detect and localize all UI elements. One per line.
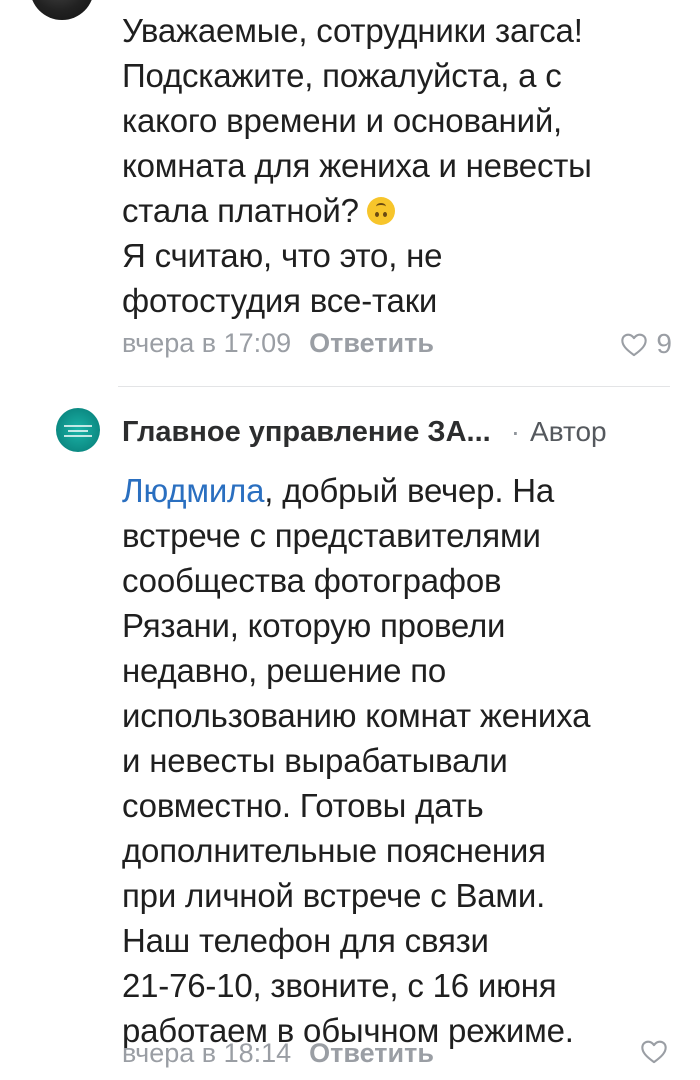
comment-author-line: Главное управление ЗА... · Автор: [122, 416, 682, 449]
like-button[interactable]: [640, 1038, 668, 1064]
comment-line: комната для жениха и невесты: [122, 147, 592, 184]
comment-line: использованию комнат жениха: [122, 697, 591, 734]
comment-line: совместно. Готовы дать: [122, 787, 484, 824]
comment-line: встрече с представителями: [122, 517, 541, 554]
heart-outline-icon: [621, 333, 648, 357]
comment-meta: вчера в 17:09 Ответить: [122, 328, 434, 359]
comment-line: Я считаю, что это, не: [122, 237, 443, 274]
comment-line-with-emoji: стала платной?: [122, 188, 682, 233]
mention-link[interactable]: Людмила: [122, 472, 264, 509]
comment-line: дополнительные пояснения: [122, 832, 546, 869]
comment-line: фотостудия все-таки: [122, 282, 438, 319]
author-separator: ·: [510, 416, 521, 447]
comment-body: Людмила, добрый вечер. На встрече с пред…: [122, 468, 682, 1053]
comment-line: Уважаемые, сотрудники загса!: [122, 12, 583, 49]
organization-logo[interactable]: [56, 408, 100, 452]
comment-line: , добрый вечер. На: [264, 472, 555, 509]
author-badge: Автор: [530, 416, 607, 447]
comment-divider: [118, 386, 670, 387]
reply-button[interactable]: Ответить: [309, 328, 434, 358]
comment-line: Рязани, которую провели: [122, 607, 506, 644]
comment-timestamp: вчера в 18:14: [122, 1038, 292, 1068]
comment-line: Подскажите, пожалуйста, а с: [122, 57, 562, 94]
comment-line: стала платной?: [122, 192, 359, 229]
comment-line: недавно, решение по: [122, 652, 447, 689]
like-button[interactable]: 9: [620, 328, 672, 360]
user-avatar[interactable]: [30, 0, 94, 20]
comment-line: сообщества фотографов: [122, 562, 502, 599]
comment-line: Наш телефон для связи: [122, 922, 489, 959]
author-name[interactable]: Главное управление ЗА...: [122, 416, 491, 449]
comment-meta: вчера в 18:14 Ответить: [122, 1038, 434, 1069]
comment-line: 21-76-10, звоните, с 16 июня: [122, 967, 557, 1004]
comment-line: какого времени и оснований,: [122, 102, 563, 139]
like-count: 9: [656, 328, 672, 359]
comment-body: Уважаемые, сотрудники загса! Подскажите,…: [122, 8, 682, 323]
reply-button[interactable]: Ответить: [309, 1038, 434, 1068]
upside-down-face-emoji: [366, 197, 395, 225]
comment-line: при личной встрече с Вами.: [122, 877, 546, 914]
comment-timestamp: вчера в 17:09: [122, 328, 292, 358]
comment-line-with-mention: Людмила, добрый вечер. На: [122, 468, 682, 513]
heart-outline-icon: [641, 1040, 667, 1064]
comment-line: и невесты вырабатывали: [122, 742, 508, 779]
